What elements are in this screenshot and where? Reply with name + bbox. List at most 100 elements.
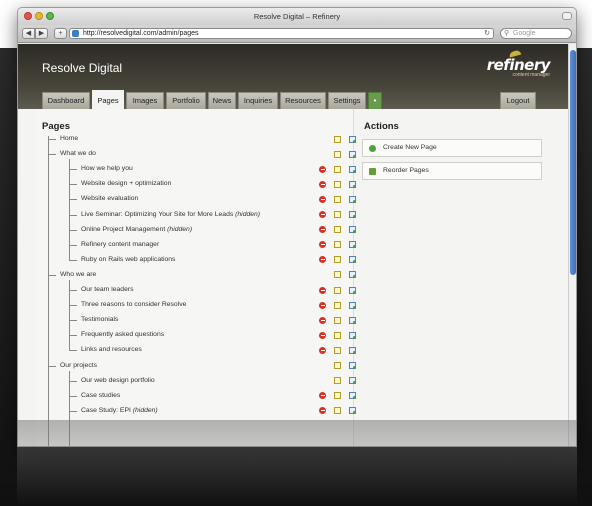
page-row[interactable]: Our web design portfolio: [81, 374, 155, 388]
edit-page-icon[interactable]: [334, 301, 341, 309]
edit-page-icon[interactable]: [334, 195, 341, 203]
edit-page-icon[interactable]: [334, 135, 341, 143]
page-row[interactable]: How we help you: [81, 162, 133, 176]
page-row[interactable]: Our projects: [60, 359, 97, 373]
back-button[interactable]: ◀: [22, 28, 35, 39]
page-row[interactable]: Links and resources: [81, 343, 142, 357]
tab-dashboard[interactable]: Dashboard: [42, 92, 90, 109]
add-subpage-icon[interactable]: [349, 241, 356, 249]
edit-page-icon[interactable]: [334, 286, 341, 294]
tab-settings[interactable]: Settings: [328, 92, 366, 109]
add-subpage-icon[interactable]: [349, 286, 356, 294]
edit-page-icon[interactable]: [334, 331, 341, 339]
scrollbar-thumb[interactable]: [570, 50, 576, 275]
page-row[interactable]: Live Seminar: Optimizing Your Site for M…: [81, 208, 260, 222]
close-window-button[interactable]: [24, 12, 32, 20]
delete-page-icon[interactable]: [319, 407, 326, 415]
edit-page-icon[interactable]: [334, 407, 341, 415]
delete-page-icon[interactable]: [319, 165, 326, 173]
add-subpage-icon[interactable]: [349, 392, 356, 400]
delete-page-icon[interactable]: [319, 226, 326, 234]
add-subpage-icon[interactable]: [349, 195, 356, 203]
tree-branch-line: [69, 395, 77, 397]
page-row[interactable]: Case studies: [81, 389, 120, 403]
add-subpage-icon[interactable]: [349, 362, 356, 369]
add-subpage-icon[interactable]: [349, 211, 356, 218]
delete-page-icon[interactable]: [319, 301, 326, 309]
page-row[interactable]: Who we are: [60, 268, 96, 282]
page-scrollbar[interactable]: [568, 44, 576, 446]
minimize-window-button[interactable]: [35, 12, 43, 20]
tree-branch-line: [69, 244, 77, 246]
tab-inquiries[interactable]: Inquiries: [238, 92, 278, 109]
tab-images[interactable]: Images: [126, 92, 164, 109]
add-subpage-icon[interactable]: [349, 301, 356, 309]
edit-page-icon[interactable]: [334, 226, 341, 234]
edit-page-icon[interactable]: [334, 346, 341, 354]
page-row[interactable]: Home: [60, 132, 78, 146]
forward-button[interactable]: ▶: [35, 28, 48, 39]
page-row[interactable]: Ruby on Rails web applications: [81, 253, 175, 267]
page-row[interactable]: Case Study: EPI (hidden): [81, 404, 158, 418]
page-row[interactable]: Website design + optimization: [81, 177, 171, 191]
search-input[interactable]: ⚲ Google: [500, 28, 572, 39]
add-subpage-icon[interactable]: [349, 150, 356, 158]
reload-icon[interactable]: ↻: [484, 29, 490, 38]
delete-page-icon[interactable]: [319, 195, 326, 203]
page-row[interactable]: Three reasons to consider Resolve: [81, 298, 186, 312]
tab-resources[interactable]: Resources: [280, 92, 326, 109]
edit-page-icon[interactable]: [334, 316, 341, 324]
page-row[interactable]: Frequently asked questions: [81, 328, 164, 342]
add-subpage-icon[interactable]: [349, 346, 356, 354]
add-subpage-icon[interactable]: [349, 331, 356, 339]
reorder-pages-label: Reorder Pages: [383, 167, 429, 174]
delete-page-icon[interactable]: [319, 180, 326, 188]
tab-portfolio[interactable]: Portfolio: [166, 92, 206, 109]
delete-page-icon[interactable]: [319, 316, 326, 324]
delete-page-icon[interactable]: [319, 346, 326, 354]
delete-page-icon[interactable]: [319, 241, 326, 249]
add-subpage-icon[interactable]: [349, 377, 356, 385]
edit-page-icon[interactable]: [334, 362, 341, 369]
delete-page-icon[interactable]: [319, 392, 326, 400]
add-bookmark-button[interactable]: +: [54, 28, 67, 39]
delete-page-icon[interactable]: [319, 256, 326, 264]
edit-page-icon[interactable]: [334, 271, 341, 279]
page-row[interactable]: Website evaluation: [81, 192, 138, 206]
delete-page-icon[interactable]: [319, 286, 326, 294]
create-new-page-button[interactable]: Create New Page: [362, 139, 542, 157]
edit-page-icon[interactable]: [334, 256, 341, 264]
page-row[interactable]: Online Project Management (hidden): [81, 223, 192, 237]
edit-page-icon[interactable]: [334, 241, 341, 249]
edit-page-icon[interactable]: [334, 180, 341, 188]
add-subpage-icon[interactable]: [349, 135, 356, 143]
address-bar[interactable]: http://resolvedigital.com/admin/pages ↻: [69, 28, 494, 39]
toolbar-toggle-button[interactable]: [562, 12, 572, 20]
add-subpage-icon[interactable]: [349, 271, 356, 279]
edit-page-icon[interactable]: [334, 211, 341, 218]
reorder-pages-button[interactable]: Reorder Pages: [362, 162, 542, 180]
logout-button[interactable]: Logout: [500, 92, 536, 109]
page-row[interactable]: Testimonials: [81, 313, 118, 327]
delete-page-icon[interactable]: [319, 331, 326, 339]
edit-page-icon[interactable]: [334, 165, 341, 173]
page-row[interactable]: What we do: [60, 147, 96, 161]
tree-trunk-line: [48, 136, 49, 446]
browser-toolbar: ◀ ▶ + http://resolvedigital.com/admin/pa…: [18, 25, 576, 43]
add-subpage-icon[interactable]: [349, 256, 356, 264]
edit-page-icon[interactable]: [334, 392, 341, 400]
add-subpage-icon[interactable]: [349, 407, 356, 415]
add-subpage-icon[interactable]: [349, 180, 356, 188]
add-tab-button[interactable]: •: [368, 92, 382, 109]
edit-page-icon[interactable]: [334, 150, 341, 158]
tab-news[interactable]: News: [208, 92, 236, 109]
add-subpage-icon[interactable]: [349, 165, 356, 173]
add-subpage-icon[interactable]: [349, 226, 356, 234]
edit-page-icon[interactable]: [334, 377, 341, 385]
add-subpage-icon[interactable]: [349, 316, 356, 324]
page-row[interactable]: Refinery content manager: [81, 238, 159, 252]
page-row[interactable]: Our team leaders: [81, 283, 134, 297]
tab-pages[interactable]: Pages: [92, 90, 124, 109]
maximize-window-button[interactable]: [46, 12, 54, 20]
delete-page-icon[interactable]: [319, 211, 326, 218]
